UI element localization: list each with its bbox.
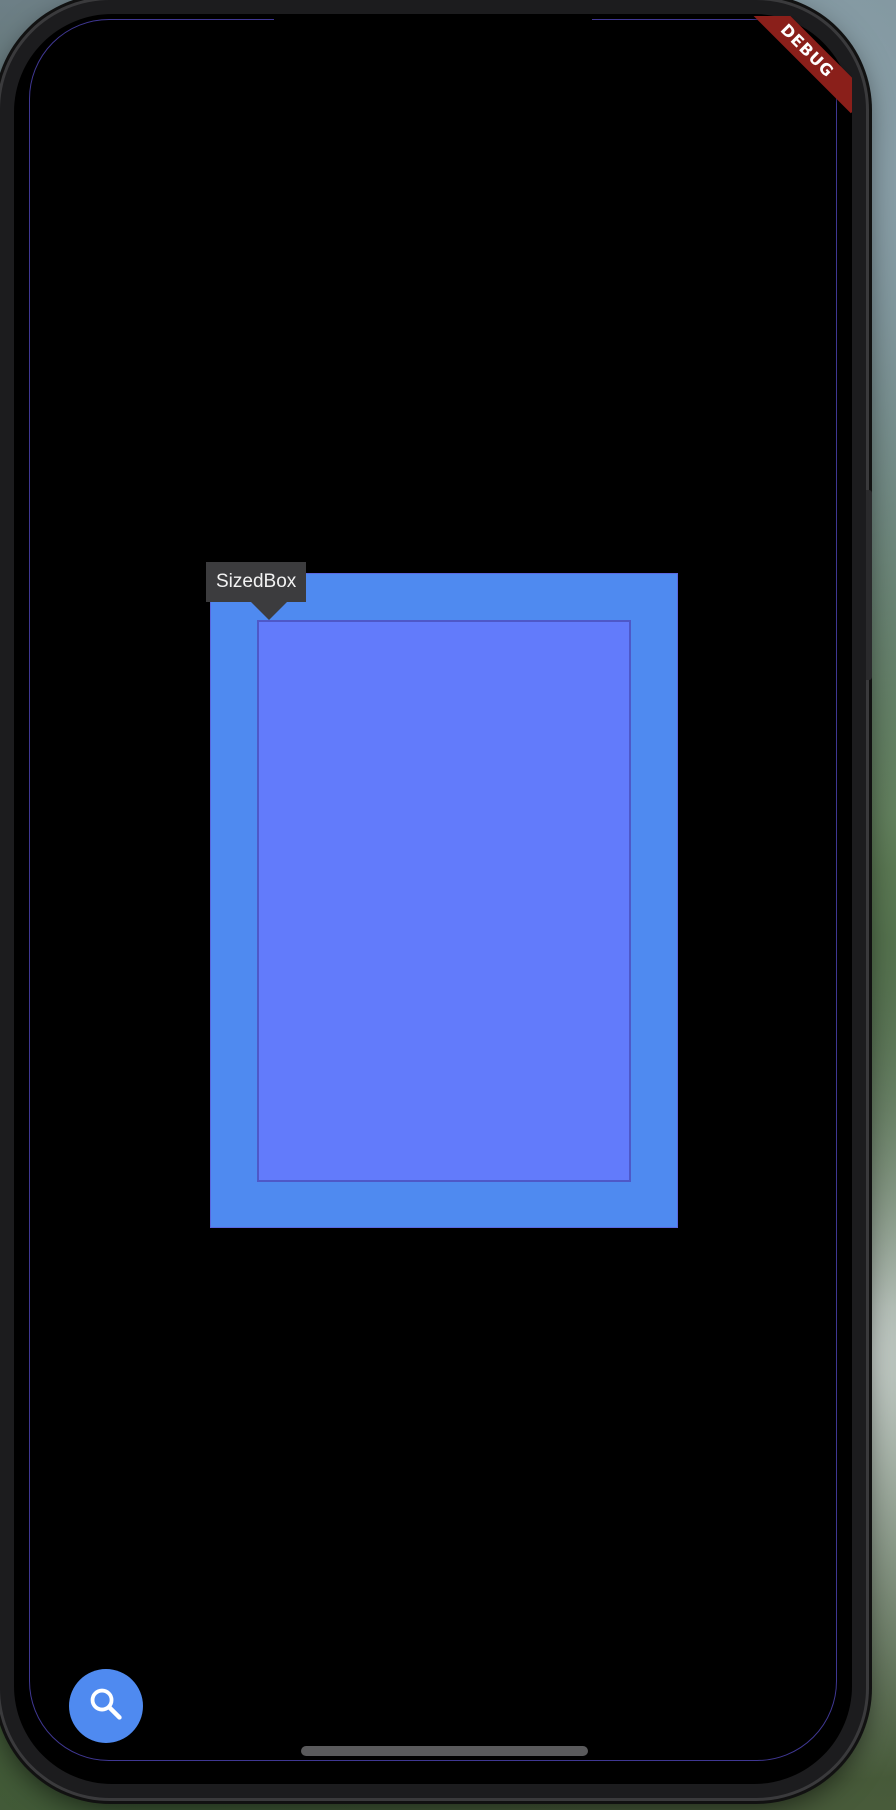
outer-container-box[interactable] — [210, 573, 678, 1228]
search-icon — [87, 1685, 125, 1728]
phone-screen: SizedBox — [14, 14, 852, 1784]
tooltip-label: SizedBox — [216, 571, 297, 592]
phone-simulator-frame: SizedBox DEBUG — [0, 0, 872, 1798]
home-indicator[interactable] — [301, 1746, 588, 1756]
sized-box[interactable] — [257, 620, 631, 1182]
search-button[interactable] — [69, 1669, 143, 1743]
tooltip-arrow — [251, 602, 287, 620]
debug-ribbon-label: DEBUG — [744, 16, 852, 114]
widget-inspector-tooltip: SizedBox — [206, 562, 307, 602]
debug-banner: DEBUG — [742, 16, 852, 126]
side-button — [866, 490, 872, 680]
notch — [274, 14, 592, 58]
